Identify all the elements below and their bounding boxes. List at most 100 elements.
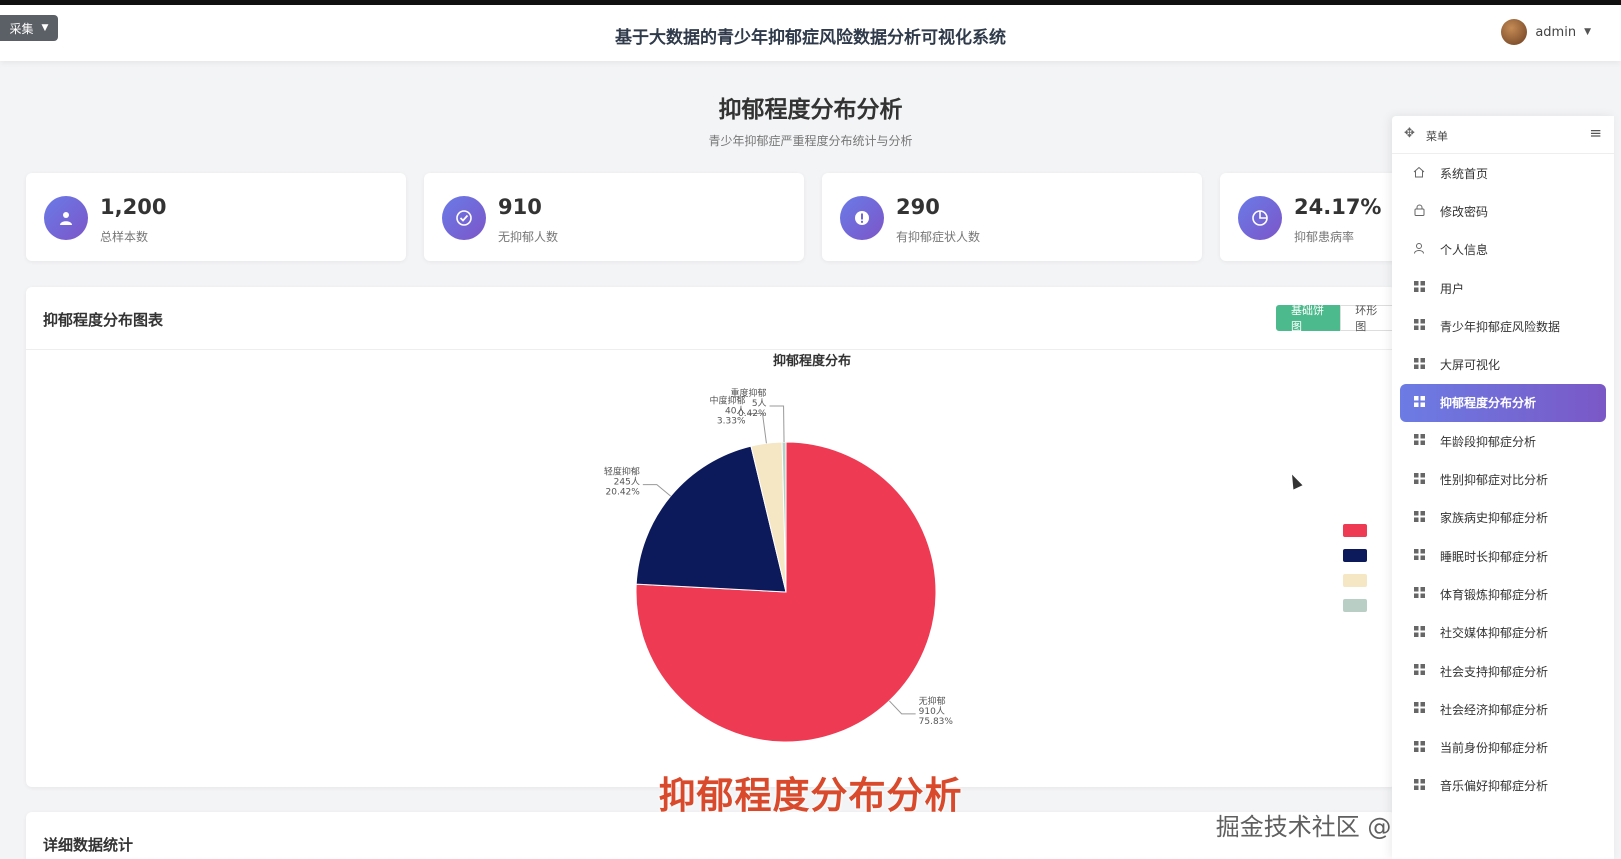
legend-swatch-2[interactable] <box>1343 574 1367 587</box>
menu-list: 系统首页修改密码个人信息用户青少年抑郁症风险数据 大屏可视化抑郁程度分布分析 年龄段… <box>1392 154 1614 805</box>
pie-chart: 抑郁程度分布 无抑郁910人75.83%轻度抑郁245人20.42%中度抑郁40… <box>604 353 954 743</box>
menu-item-10[interactable]: 睡眠时长抑郁症分析 <box>1392 537 1614 575</box>
stat-value: 910 <box>498 195 542 219</box>
stat-label: 无抑郁人数 <box>498 230 559 244</box>
floating-menu: ✥ 菜单 ≡ 系统首页修改密码个人信息用户青少年抑郁症风险数据 大屏可视化抑郁程度… <box>1392 116 1614 859</box>
home-icon <box>1412 166 1426 181</box>
menu-item-label: 体育锻炼抑郁症分析 <box>1440 587 1549 602</box>
pie-leader-line-3 <box>769 405 785 443</box>
legend-swatch-3[interactable] <box>1343 599 1367 612</box>
stat-value: 1,200 <box>100 195 167 219</box>
stat-card-depressed: 290 有抑郁症状人数 <box>822 173 1202 261</box>
grid-icon <box>1412 319 1426 333</box>
menu-item-label: 社交媒体抑郁症分析 <box>1440 626 1549 641</box>
username: admin <box>1535 24 1577 40</box>
stat-card-no-depression: 910 无抑郁人数 <box>424 173 804 261</box>
page-subtitle: 青少年抑郁症严重程度分布统计与分析 <box>708 134 913 148</box>
menu-item-label: 抑郁程度分布分析 <box>1440 396 1537 411</box>
menu-item-label: 个人信息 <box>1440 243 1489 258</box>
menu-item-4[interactable]: 青少年抑郁症风险数据 <box>1392 307 1614 345</box>
pie-label-count-1: 245人 <box>614 477 640 488</box>
detail-card: 详细数据统计 <box>26 812 1396 859</box>
menu-item-3[interactable]: 用户 <box>1392 269 1614 307</box>
menu-item-9[interactable]: 家族病史抑郁症分析 <box>1392 499 1614 537</box>
menu-item-label: 用户 <box>1440 281 1465 296</box>
grid-icon <box>1412 740 1426 755</box>
menu-item-label: 社会支持抑郁症分析 <box>1440 664 1549 679</box>
menu-item-label: 家族病史抑郁症分析 <box>1440 511 1549 526</box>
top-navbar: 采集 ▼ 基于大数据的青少年抑郁症风险数据分析可视化系统 admin ▼ <box>0 5 1621 61</box>
alert-icon <box>840 196 884 240</box>
stat-card-total: 1,200 总样本数 <box>26 173 406 261</box>
menu-item-label: 青少年抑郁症风险数据 <box>1440 319 1561 334</box>
hamburger-icon[interactable]: ≡ <box>1589 124 1602 142</box>
menu-header[interactable]: ✥ 菜单 ≡ <box>1392 116 1614 154</box>
menu-item-11[interactable]: 体育锻炼抑郁症分析 <box>1392 575 1614 613</box>
pie-leader-line-0 <box>888 700 916 715</box>
menu-item-15[interactable]: 当前身份抑郁症分析 <box>1392 728 1614 766</box>
grid-icon <box>1412 281 1426 295</box>
menu-item-12[interactable]: 社交媒体抑郁症分析 <box>1392 614 1614 652</box>
system-title: 基于大数据的青少年抑郁症风险数据分析可视化系统 <box>615 28 1006 48</box>
menu-item-8[interactable]: 性别抑郁症对比分析 <box>1392 460 1614 498</box>
stat-label: 有抑郁症状人数 <box>896 230 981 244</box>
user-icon <box>44 196 88 240</box>
pie-icon <box>1238 196 1282 240</box>
grid-icon <box>1412 587 1426 601</box>
pie-label-name-3: 重度抑郁 <box>731 387 767 399</box>
menu-item-16[interactable]: 音乐偏好抑郁症分析 <box>1392 767 1614 805</box>
pie-label-name-0: 无抑郁 <box>919 695 946 707</box>
user-menu[interactable]: admin ▼ <box>1501 19 1591 45</box>
menu-item-label: 年龄段抑郁症分析 <box>1440 434 1537 449</box>
menu-item-7[interactable]: 年龄段抑郁症分析 <box>1392 422 1614 460</box>
menu-item-label: 睡眠时长抑郁症分析 <box>1440 549 1549 564</box>
menu-item-label: 大屏可视化 <box>1440 358 1501 373</box>
pie-label-count-0: 910人 <box>919 706 945 717</box>
page-title: 抑郁程度分布分析 <box>718 97 903 123</box>
menu-item-label: 社会经济抑郁症分析 <box>1440 702 1549 717</box>
menu-item-13[interactable]: 社会支持抑郁症分析 <box>1392 652 1614 690</box>
pie-label-percent-1: 20.42% <box>606 488 641 498</box>
move-icon[interactable]: ✥ <box>1404 126 1415 141</box>
avatar <box>1501 19 1528 45</box>
grid-icon <box>1412 549 1426 563</box>
caret-down-icon: ▼ <box>1584 27 1591 37</box>
menu-item-6[interactable]: 抑郁程度分布分析 <box>1400 383 1606 423</box>
grid-icon <box>1412 625 1426 640</box>
grid-icon <box>1412 434 1426 448</box>
pie-leader-line-1 <box>642 484 671 497</box>
grid-icon <box>1412 702 1426 716</box>
stat-label: 总样本数 <box>100 230 149 244</box>
legend-swatch-0[interactable] <box>1343 524 1367 537</box>
menu-item-2[interactable]: 个人信息 <box>1392 231 1614 269</box>
detail-card-title: 详细数据统计 <box>43 836 134 854</box>
stat-value: 24.17% <box>1294 195 1382 219</box>
stat-label: 抑郁患病率 <box>1294 230 1355 244</box>
menu-item-label: 系统首页 <box>1440 166 1489 181</box>
menu-title: 菜单 <box>1426 130 1448 143</box>
pie-label-count-3: 5人 <box>752 398 767 409</box>
check-icon <box>442 196 486 240</box>
menu-item-label: 音乐偏好抑郁症分析 <box>1440 779 1549 794</box>
chart-card: 抑郁程度分布图表 基础饼图 环形图 抑郁程度分布 无抑郁 910人 75.83% 轻度… <box>26 287 1396 787</box>
grid-icon <box>1412 664 1426 678</box>
stat-value: 290 <box>896 195 940 219</box>
menu-item-14[interactable]: 社会经济抑郁症分析 <box>1392 690 1614 728</box>
pie-label-percent-0: 75.83% <box>919 717 954 727</box>
grid-icon <box>1412 395 1426 410</box>
menu-item-label: 性别抑郁症对比分析 <box>1440 473 1549 488</box>
menu-item-label: 修改密码 <box>1440 204 1489 219</box>
chart-title: 抑郁程度分布 <box>773 353 851 369</box>
grid-icon <box>1412 472 1426 487</box>
menu-item-1[interactable]: 修改密码 <box>1392 192 1614 230</box>
pie-label-percent-3: 0.42% <box>738 409 767 419</box>
person-icon <box>1412 242 1426 257</box>
grid-icon <box>1412 357 1426 372</box>
grid-icon <box>1412 778 1426 793</box>
lock-icon <box>1412 204 1426 219</box>
menu-item-5[interactable]: 大屏可视化 <box>1392 345 1614 383</box>
menu-item-label: 当前身份抑郁症分析 <box>1440 741 1549 756</box>
legend-swatch-1[interactable] <box>1343 549 1367 562</box>
grid-icon <box>1412 510 1426 525</box>
menu-item-0[interactable]: 系统首页 <box>1392 154 1614 192</box>
